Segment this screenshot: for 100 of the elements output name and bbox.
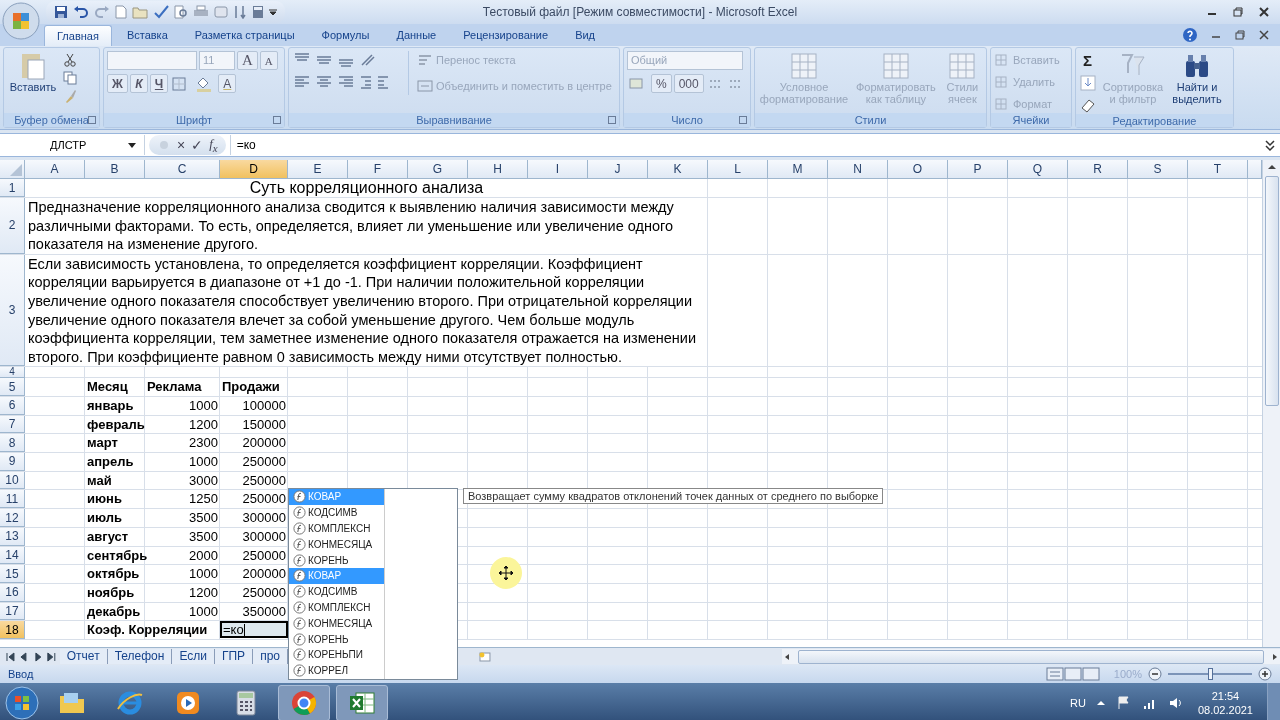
show-hidden-icons-icon[interactable] — [1095, 698, 1106, 708]
dialog-launcher-icon[interactable] — [608, 116, 616, 124]
function-suggestion[interactable]: КОРЕНЬ — [289, 552, 384, 568]
column-header[interactable]: D — [220, 160, 288, 179]
folder-icon[interactable] — [132, 5, 148, 19]
column-header[interactable]: T — [1188, 160, 1248, 179]
row-header[interactable]: 17 — [0, 602, 25, 621]
autosum-button[interactable]: Σ — [1079, 51, 1097, 70]
zoom-out-icon[interactable] — [1148, 667, 1162, 681]
column-header[interactable]: I — [528, 160, 588, 179]
row-header[interactable]: 16 — [0, 583, 25, 602]
column-header[interactable]: N — [828, 160, 888, 179]
grow-font-button[interactable]: A — [237, 51, 258, 70]
function-suggestion[interactable]: КОДСИМВ — [289, 504, 384, 521]
name-box[interactable]: ДЛСТР — [0, 135, 145, 155]
row-header[interactable]: 12 — [0, 509, 25, 527]
start-button[interactable] — [4, 685, 40, 720]
column-header[interactable]: R — [1068, 160, 1128, 179]
column-header[interactable]: L — [708, 160, 768, 179]
volume-icon[interactable] — [1167, 695, 1184, 711]
column-header[interactable]: G — [408, 160, 468, 179]
help-icon[interactable] — [1182, 27, 1198, 43]
restore-icon[interactable] — [1232, 6, 1244, 18]
find-select-button[interactable]: Найти и выделить — [1169, 51, 1225, 105]
cell-input-field[interactable]: =ко — [220, 621, 288, 639]
scroll-thumb[interactable] — [1264, 176, 1279, 406]
sheet-tab[interactable]: Телефон — [107, 649, 173, 664]
font-style-button[interactable]: Ч — [149, 74, 169, 93]
font-style-button[interactable]: Ж — [107, 74, 128, 93]
font-name-field[interactable] — [107, 51, 197, 70]
font-style-button[interactable]: К — [129, 74, 148, 93]
row-header[interactable]: 6 — [0, 397, 25, 415]
column-header[interactable]: J — [588, 160, 648, 179]
print-preview-icon[interactable] — [174, 5, 188, 19]
restore-icon[interactable] — [1234, 29, 1246, 41]
column-header[interactable]: Q — [1008, 160, 1068, 179]
row-header[interactable]: 11 — [0, 490, 25, 509]
cancel-button[interactable]: × — [177, 137, 186, 153]
view-buttons-icon[interactable] — [1045, 667, 1100, 681]
close-icon[interactable] — [1258, 29, 1270, 41]
column-header[interactable]: B — [85, 160, 145, 179]
insert-sheet-icon[interactable] — [478, 650, 492, 663]
paste-button[interactable]: Вставить — [7, 51, 59, 93]
column-header[interactable]: P — [948, 160, 1008, 179]
copy-icon[interactable] — [63, 71, 77, 85]
dialog-launcher-icon[interactable] — [273, 116, 281, 124]
column-header[interactable]: C — [145, 160, 220, 179]
column-header[interactable]: O — [888, 160, 948, 179]
ribbon-tab[interactable]: Главная — [44, 25, 112, 46]
column-header[interactable]: A — [25, 160, 85, 179]
close-icon[interactable] — [1258, 6, 1270, 18]
function-suggestion[interactable]: КОНМЕСЯЦА — [289, 615, 384, 632]
row-header[interactable]: 15 — [0, 565, 25, 583]
shrink-font-button[interactable]: A — [259, 51, 278, 70]
function-suggestion[interactable]: КОМПЛЕКСН — [289, 520, 384, 537]
row-header[interactable]: 3 — [0, 254, 25, 367]
row-header[interactable]: 9 — [0, 453, 25, 471]
column-header[interactable]: K — [648, 160, 708, 179]
language-indicator[interactable]: RU — [1070, 697, 1086, 709]
row-header[interactable]: 4 — [0, 367, 25, 379]
percent-button[interactable]: % — [651, 74, 672, 93]
dialog-launcher-icon[interactable] — [739, 116, 747, 124]
row-header[interactable]: 2 — [0, 198, 25, 254]
sort-icon[interactable] — [233, 5, 247, 19]
sheet-tab[interactable]: про — [253, 649, 288, 664]
ribbon-tab[interactable]: Рецензирование — [451, 25, 561, 46]
printer-icon[interactable] — [193, 5, 209, 19]
dialog-launcher-icon[interactable] — [88, 116, 96, 124]
redo-icon[interactable] — [94, 5, 110, 19]
enter-button[interactable]: ✓ — [191, 137, 204, 153]
ribbon-tab[interactable]: Данные — [384, 25, 449, 46]
function-suggestion[interactable]: КОНМЕСЯЦА — [289, 536, 384, 553]
taskbar-button[interactable] — [278, 685, 330, 720]
thousands-button[interactable]: 000 — [673, 74, 704, 93]
column-header[interactable]: H — [468, 160, 528, 179]
spell-check-icon[interactable] — [153, 5, 169, 19]
function-suggestion[interactable]: КОРРЕЛ — [289, 662, 384, 679]
sheet-tab[interactable]: ГПР — [215, 649, 254, 664]
function-suggestion[interactable]: КОРЕНЬ — [289, 631, 384, 647]
font-color-button[interactable]: A — [218, 74, 237, 93]
column-header[interactable]: F — [348, 160, 408, 179]
flag-icon[interactable] — [1115, 695, 1132, 711]
row-header[interactable]: 13 — [0, 527, 25, 546]
function-suggestion[interactable]: КОРЕНЬПИ — [289, 646, 384, 663]
row-header[interactable]: 1 — [0, 179, 25, 197]
insert-function-button[interactable]: f$_{x}$ — [209, 136, 218, 154]
column-header[interactable]: E — [288, 160, 348, 179]
customize-caret-icon[interactable] — [269, 8, 277, 16]
slider-thumb[interactable] — [1208, 668, 1213, 680]
undo-icon[interactable] — [73, 5, 89, 19]
expand-icon[interactable] — [1264, 138, 1276, 152]
row-header[interactable]: 7 — [0, 415, 25, 434]
column-header[interactable]: S — [1128, 160, 1188, 179]
taskbar-button[interactable] — [336, 685, 388, 720]
row-header[interactable]: 18 — [0, 621, 25, 639]
sheet-tab[interactable]: Если — [172, 649, 215, 664]
calculator-icon[interactable] — [235, 690, 257, 716]
ribbon-tab[interactable]: Вид — [563, 25, 608, 46]
vertical-scrollbar[interactable] — [1262, 160, 1280, 647]
function-suggestion[interactable]: КОДСИМВ — [289, 583, 384, 600]
